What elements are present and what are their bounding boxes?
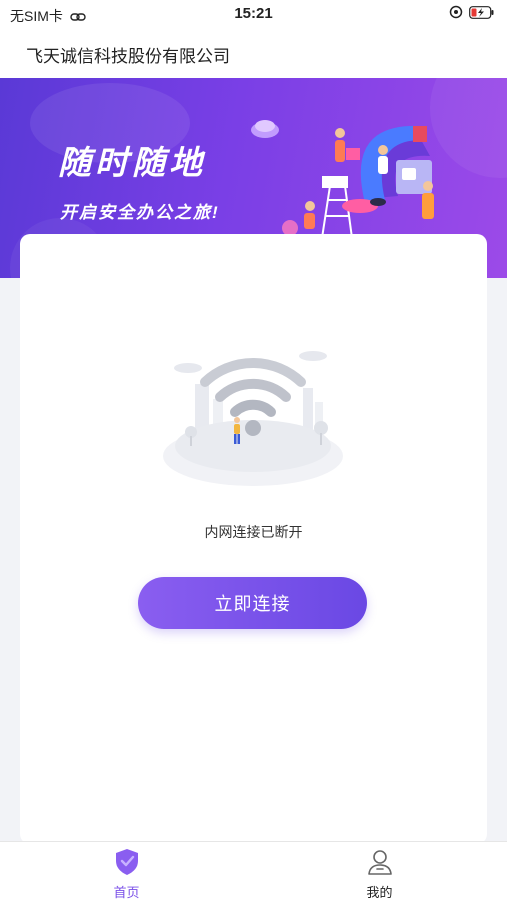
- tab-mine-label: 我的: [366, 885, 393, 900]
- tab-home-label: 首页: [113, 885, 140, 900]
- connect-button[interactable]: 立即连接: [138, 577, 367, 629]
- nav-header: 飞天诚信科技股份有限公司: [0, 28, 507, 78]
- battery-icon: [469, 5, 494, 19]
- tab-home[interactable]: 首页: [0, 842, 253, 901]
- page-title: 飞天诚信科技股份有限公司: [26, 47, 230, 66]
- tab-bar: 首页 我的: [0, 841, 507, 901]
- shield-icon: [116, 849, 138, 875]
- wifi-disconnected-illustration: [163, 351, 343, 486]
- status-time: 15:21: [234, 5, 273, 22]
- main-card: 内网连接已断开 立即连接: [20, 234, 487, 844]
- connection-status-text: 内网连接已断开: [204, 524, 303, 540]
- banner-subtitle: 开启安全办公之旅!: [60, 203, 220, 222]
- status-right: [449, 5, 495, 19]
- tab-mine[interactable]: 我的: [253, 842, 506, 901]
- person-icon: [368, 850, 392, 875]
- banner-title: 随时随地: [58, 144, 206, 181]
- orientation-lock-icon: [449, 5, 463, 19]
- status-bar: 无SIM卡 15:21: [0, 0, 507, 28]
